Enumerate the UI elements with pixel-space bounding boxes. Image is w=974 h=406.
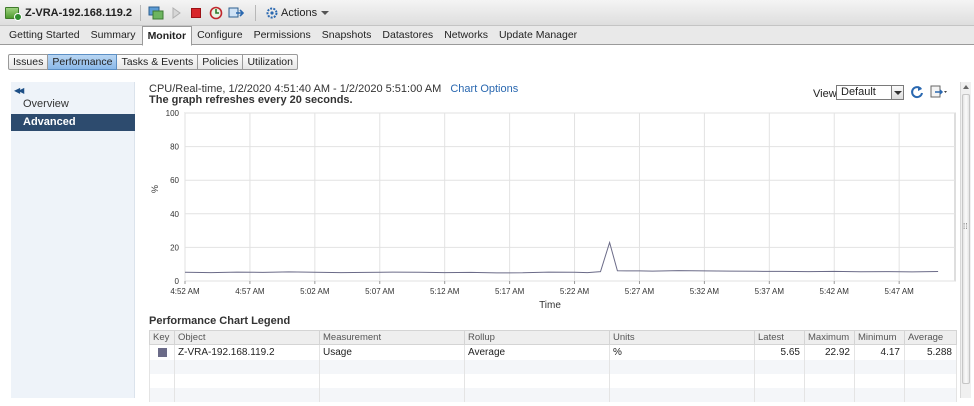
tab-monitor[interactable]: Monitor [141, 26, 193, 46]
y-axis-label: % [150, 185, 160, 193]
legend-empty-row [149, 373, 957, 388]
view-select[interactable]: Default [836, 85, 904, 100]
power-off-icon[interactable] [187, 4, 205, 22]
tab-networks[interactable]: Networks [439, 26, 494, 45]
x-axis-label: Time [539, 300, 561, 311]
legend-col-minimum[interactable]: Minimum [854, 330, 905, 345]
legend-col-measurement[interactable]: Measurement [319, 330, 465, 345]
legend-empty-row [149, 359, 957, 374]
y-tick-label: 0 [175, 277, 180, 286]
title-bar: Z-VRA-192.168.119.2 Actions [0, 0, 974, 26]
subtab-tasks-events[interactable]: Tasks & Events [117, 54, 199, 70]
legend-col-average[interactable]: Average [904, 330, 957, 345]
chart-grid [184, 112, 956, 282]
x-tick-label: 5:47 AM [884, 287, 914, 296]
subtab-issues[interactable]: Issues [8, 54, 49, 70]
scrollbar-thumb[interactable] [962, 94, 970, 384]
chart-options-link[interactable]: Chart Options [450, 83, 518, 95]
view-select-value: Default [841, 86, 876, 98]
tab-summary[interactable]: Summary [86, 26, 142, 45]
y-tick-label: 20 [170, 243, 179, 252]
legend-col-maximum[interactable]: Maximum [804, 330, 855, 345]
legend-col-latest[interactable]: Latest [754, 330, 805, 345]
vm-name: Z-VRA-192.168.119.2 [25, 6, 133, 19]
legend-units: % [609, 344, 755, 360]
export-icon[interactable] [930, 85, 950, 99]
nav-item-advanced[interactable]: Advanced [11, 114, 135, 131]
legend-object: Z-VRA-192.168.119.2 [174, 344, 320, 360]
legend-average: 5.288 [904, 344, 957, 360]
legend-measurement: Usage [319, 344, 465, 360]
left-nav: ◀◀ Overview Advanced [11, 82, 135, 398]
tab-datastores[interactable]: Datastores [377, 26, 439, 45]
chevron-down-icon [891, 85, 904, 100]
grip-icon: ⁞⁞ [963, 222, 968, 231]
x-tick-label: 5:27 AM [625, 287, 655, 296]
toolbar-separator [140, 4, 142, 21]
y-tick-label: 100 [166, 109, 180, 118]
x-tick-label: 5:22 AM [560, 287, 590, 296]
legend-title: Performance Chart Legend [149, 315, 291, 327]
y-tick-label: 40 [170, 210, 179, 219]
legend-minimum: 4.17 [854, 344, 905, 360]
tab-getting-started[interactable]: Getting Started [4, 26, 86, 45]
legend-empty-row [149, 387, 957, 402]
legend-latest: 5.65 [754, 344, 805, 360]
y-tick-label: 60 [170, 176, 179, 185]
x-tick-label: 5:17 AM [495, 287, 525, 296]
reset-icon[interactable] [207, 4, 225, 22]
chevron-down-icon [321, 10, 330, 15]
legend-header-row: Key Object Measurement Rollup Units Latest Max… [149, 330, 957, 345]
legend-rollup: Average [464, 344, 610, 360]
actions-label: Actions [281, 6, 318, 19]
subtab-policies[interactable]: Policies [198, 54, 244, 70]
legend-col-object[interactable]: Object [174, 330, 320, 345]
legend-col-units[interactable]: Units [609, 330, 755, 345]
legend-key-cell [149, 344, 175, 360]
legend-table: Key Object Measurement Rollup Units Latest Max… [149, 330, 957, 402]
x-tick-label: 5:07 AM [365, 287, 395, 296]
x-tick-label: 5:37 AM [755, 287, 785, 296]
tab-configure[interactable]: Configure [192, 26, 249, 45]
subtab-performance[interactable]: Performance [48, 54, 118, 70]
nav-item-overview[interactable]: Overview [11, 96, 135, 113]
tab-snapshots[interactable]: Snapshots [317, 26, 378, 45]
legend-col-key[interactable]: Key [149, 330, 175, 345]
vm-icon [5, 6, 22, 21]
x-tick-label: 5:12 AM [430, 287, 460, 296]
x-tick-label: 5:42 AM [820, 287, 850, 296]
y-tick-label: 80 [170, 143, 179, 152]
x-tick-label: 5:32 AM [690, 287, 720, 296]
scroll-up-icon[interactable] [963, 85, 969, 89]
refresh-icon[interactable] [910, 85, 924, 99]
series-key-swatch [157, 347, 167, 357]
power-on-icon[interactable] [167, 4, 185, 22]
legend-col-rollup[interactable]: Rollup [464, 330, 610, 345]
install-tools-icon[interactable] [147, 4, 165, 22]
toolbar-separator [255, 4, 257, 21]
gear-icon [266, 7, 278, 18]
subtab-utilization[interactable]: Utilization [243, 54, 298, 70]
x-tick-label: 5:02 AM [300, 287, 330, 296]
collapse-panel-icon[interactable]: ◀◀ [14, 86, 24, 95]
x-tick-label: 4:57 AM [235, 287, 265, 296]
vertical-scrollbar[interactable]: ⁞⁞ [960, 82, 971, 398]
tab-update-manager[interactable]: Update Manager [494, 26, 583, 45]
plot-area [184, 112, 956, 282]
sub-tabs: Issues Performance Tasks & Events Policies U… [8, 54, 298, 70]
main-tabs: Getting Started Summary Monitor Configure Pe… [0, 26, 974, 46]
cpu-line-chart: 0 20 40 60 80 100 4:52 AM 4:57 AM 5:02 AM 5:07 AM… [150, 109, 956, 311]
migrate-icon[interactable] [227, 4, 245, 22]
legend-row[interactable]: Z-VRA-192.168.119.2 Usage Average % 5.65… [149, 344, 957, 360]
legend-maximum: 22.92 [804, 344, 855, 360]
x-tick-label: 4:52 AM [170, 287, 200, 296]
tab-permissions[interactable]: Permissions [249, 26, 317, 45]
actions-menu[interactable]: Actions [266, 6, 330, 19]
